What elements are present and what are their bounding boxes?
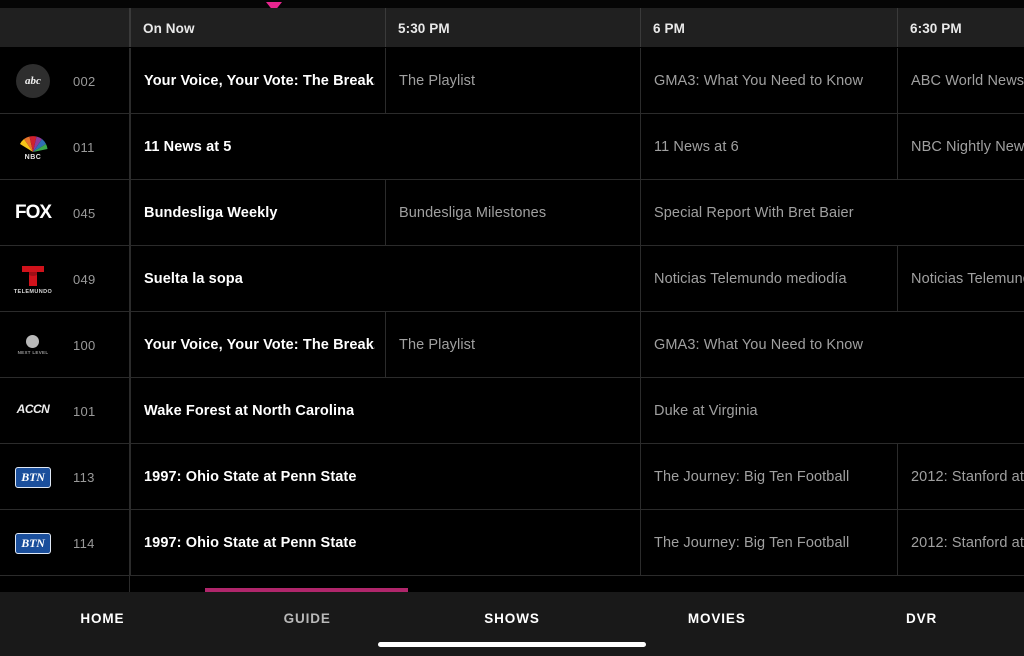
channel-number: 100 [73,337,96,353]
abc-logo: abc [5,61,61,101]
program-cell[interactable]: The Journey: Big Ten Football [640,444,897,510]
guide-row[interactable] [0,576,1024,592]
program-cell[interactable]: GMA3: What You Need to Know [640,48,897,114]
program-title: ABC World News [911,73,1024,89]
time-header-bar: On Now 5:30 PM 6 PM 6:30 PM [0,8,1024,48]
channel-cell[interactable]: abc 002 [0,48,130,114]
program-cell[interactable]: The Playlist [385,48,640,114]
fox-logo: FOX [14,202,52,223]
program-cell[interactable]: The Playlist [385,312,640,378]
home-indicator [378,642,646,647]
nbc-logo: NBC [5,127,61,167]
program-cell[interactable]: Your Voice, Your Vote: The Break... [130,48,385,114]
program-title: Special Report With Bret Baier [654,205,854,221]
guide-row[interactable]: TELEMUNDO 049 Suelta la sopa Noticias Telem… [0,246,1024,312]
nav-item-guide[interactable]: GUIDE [205,611,410,626]
guide-row[interactable]: abc 002 Your Voice, Your Vote: The Break..… [0,48,1024,114]
nav-item-home[interactable]: HOME [0,611,205,626]
tv-guide-screen: On Now 5:30 PM 6 PM 6:30 PM abc 002 Your Voic… [0,0,1024,656]
program-title: Noticias Telemundo mediodía [654,271,847,287]
program-title: GMA3: What You Need to Know [654,337,864,353]
time-slot-label: 6:30 PM [897,8,1024,48]
program-title: Bundesliga Weekly [144,205,278,221]
guide-grid[interactable]: abc 002 Your Voice, Your Vote: The Break..… [0,48,1024,592]
guide-row[interactable]: BTN 114 1997: Ohio State at Penn State The … [0,510,1024,576]
guide-row[interactable]: BTN 113 1997: Ohio State at Penn State The … [0,444,1024,510]
channel-number: 011 [73,139,95,155]
channel-cell[interactable]: BTN 114 [0,510,130,576]
channel-cell[interactable]: FOX 045 [0,180,130,246]
guide-row[interactable]: ACCN 101 Wake Forest at North Carolina Duk… [0,378,1024,444]
program-cell[interactable]: Wake Forest at North Carolina [130,378,640,444]
channel-cell[interactable]: BTN 113 [0,444,130,510]
program-cell[interactable]: 11 News at 6 [640,114,897,180]
time-slot-label: 6 PM [640,8,897,48]
program-cell[interactable]: GMA3: What You Need to Know [640,312,1024,378]
bottom-navigation-bar[interactable]: HOME GUIDE SHOWS MOVIES DVR [0,592,1024,656]
program-title: The Journey: Big Ten Football [654,535,850,551]
program-cell[interactable]: 1997: Ohio State at Penn State [130,444,640,510]
nav-item-shows[interactable]: SHOWS [410,611,615,626]
program-cell[interactable]: Special Report With Bret Baier [640,180,1024,246]
btn-logo: BTN [5,457,61,497]
channel-number: 049 [73,271,96,287]
nav-item-movies[interactable]: MOVIES [614,611,819,626]
program-title: 1997: Ohio State at Penn State [144,535,357,551]
program-title: Your Voice, Your Vote: The Break... [144,73,375,89]
guide-row[interactable]: NEXT LEVEL 100 Your Voice, Your Vote: The … [0,312,1024,378]
btn-logo: BTN [5,523,61,563]
program-cell[interactable]: Noticias Telemundo mediodía [640,246,897,312]
accn-logo: ACCN [16,401,50,416]
program-title: Noticias Telemundo [911,271,1024,287]
program-title: 11 News at 5 [144,139,232,155]
channel-number: 113 [73,469,95,485]
time-slot-label: On Now [130,8,385,48]
program-cell[interactable]: Duke at Virginia [640,378,1024,444]
program-cell[interactable]: Noticias Telemundo [897,246,1024,312]
program-title: GMA3: What You Need to Know [654,73,864,89]
guide-row[interactable]: FOX 045 Bundesliga Weekly Bundesliga Milest… [0,180,1024,246]
channel-number: 045 [73,205,96,221]
program-cell[interactable]: NBC Nightly News [897,114,1024,180]
program-cell[interactable]: Bundesliga Weekly [130,180,385,246]
guide-row[interactable]: NBC 011 11 News at 5 11 News at 6 NBC Nightl… [0,114,1024,180]
time-slot-label: 5:30 PM [385,8,640,48]
program-title: Suelta la sopa [144,271,243,287]
program-cell[interactable]: ABC World News [897,48,1024,114]
channel-cell[interactable]: NEXT LEVEL 100 [0,312,130,378]
program-cell[interactable]: 2012: Stanford at [897,444,1024,510]
channel-cell[interactable] [0,576,130,592]
program-cell[interactable]: 2012: Stanford at [897,510,1024,576]
program-title: 1997: Ohio State at Penn State [144,469,357,485]
channel-number: 114 [73,535,95,551]
program-title: The Journey: Big Ten Football [654,469,850,485]
program-title: 2012: Stanford at [911,535,1024,551]
program-cell[interactable]: 1997: Ohio State at Penn State [130,510,640,576]
program-cell[interactable]: Bundesliga Milestones [385,180,640,246]
program-title: The Playlist [399,337,476,353]
program-title: Wake Forest at North Carolina [144,403,355,419]
nav-item-dvr[interactable]: DVR [819,611,1024,626]
program-cell[interactable]: The Journey: Big Ten Football [640,510,897,576]
program-title: 2012: Stanford at [911,469,1024,485]
program-title: Bundesliga Milestones [399,205,547,221]
channel-cell[interactable]: NBC 011 [0,114,130,180]
program-cell[interactable]: 11 News at 5 [130,114,640,180]
program-title: Your Voice, Your Vote: The Break... [144,337,375,353]
program-title: 11 News at 6 [654,139,739,155]
program-title: NBC Nightly News [911,139,1024,155]
channel-number: 002 [73,73,96,89]
channel-cell[interactable]: TELEMUNDO 049 [0,246,130,312]
channel-column-header [0,8,130,48]
top-strip [0,0,1024,12]
nextlevel-logo: NEXT LEVEL [5,325,61,365]
channel-cell[interactable]: ACCN 101 [0,378,130,444]
program-title: Duke at Virginia [654,403,758,419]
telemundo-logo: TELEMUNDO [5,259,61,299]
channel-number: 101 [73,403,96,419]
program-cell[interactable]: Your Voice, Your Vote: The Break... [130,312,385,378]
program-title: The Playlist [399,73,476,89]
program-cell[interactable]: Suelta la sopa [130,246,640,312]
